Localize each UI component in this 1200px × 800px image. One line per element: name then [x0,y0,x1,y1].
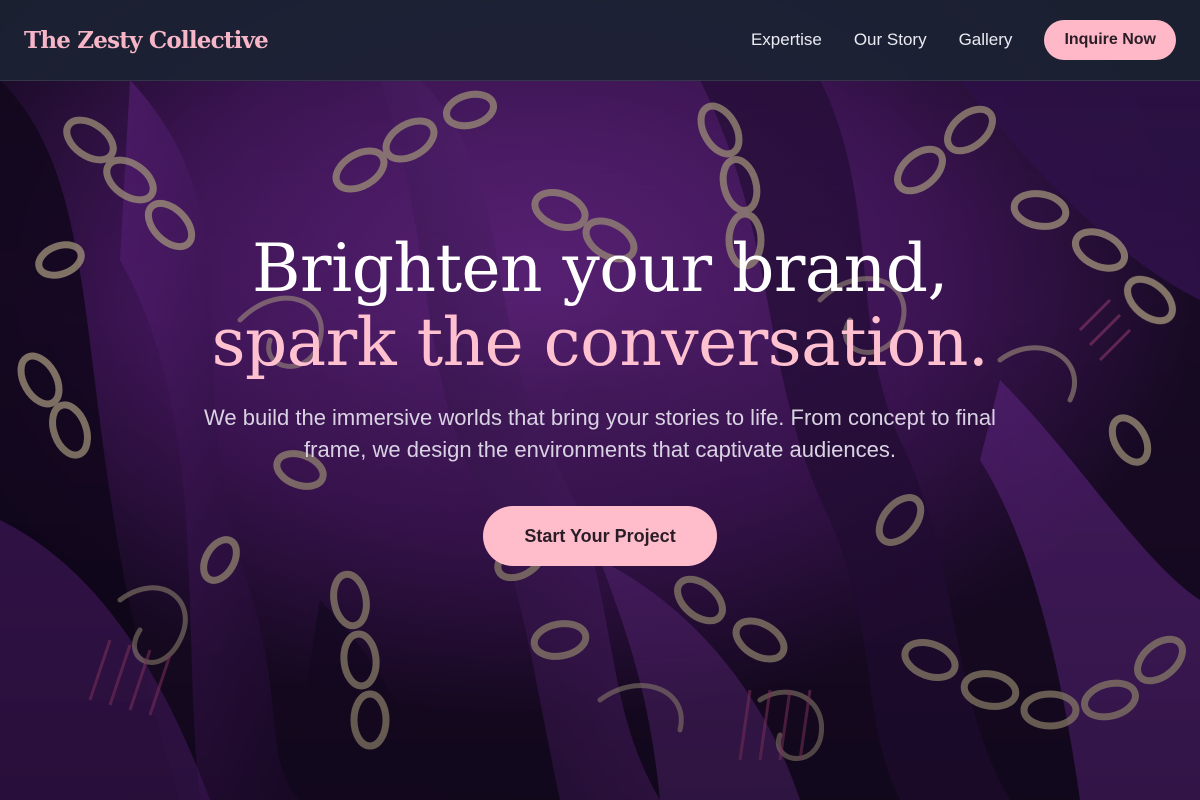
top-navbar: The Zesty Collective Expertise Our Story… [0,0,1200,81]
hero-subtext: We build the immersive worlds that bring… [204,405,996,462]
inquire-now-button[interactable]: Inquire Now [1044,20,1176,60]
hero-headline-line2: spark the conversation. [211,304,989,381]
brand-logo[interactable]: The Zesty Collective [24,27,269,54]
nav-link-our-story[interactable]: Our Story [854,30,927,50]
nav-link-expertise[interactable]: Expertise [751,30,822,50]
nav-link-gallery[interactable]: Gallery [959,30,1013,50]
hero-section: Brighten your brand, spark the conversat… [0,232,1200,566]
nav-links: Expertise Our Story Gallery Inquire Now [751,20,1176,60]
hero-headline-line1: Brighten your brand, [252,230,948,307]
hero-headline: Brighten your brand, spark the conversat… [0,232,1200,380]
start-your-project-button[interactable]: Start Your Project [483,506,717,566]
